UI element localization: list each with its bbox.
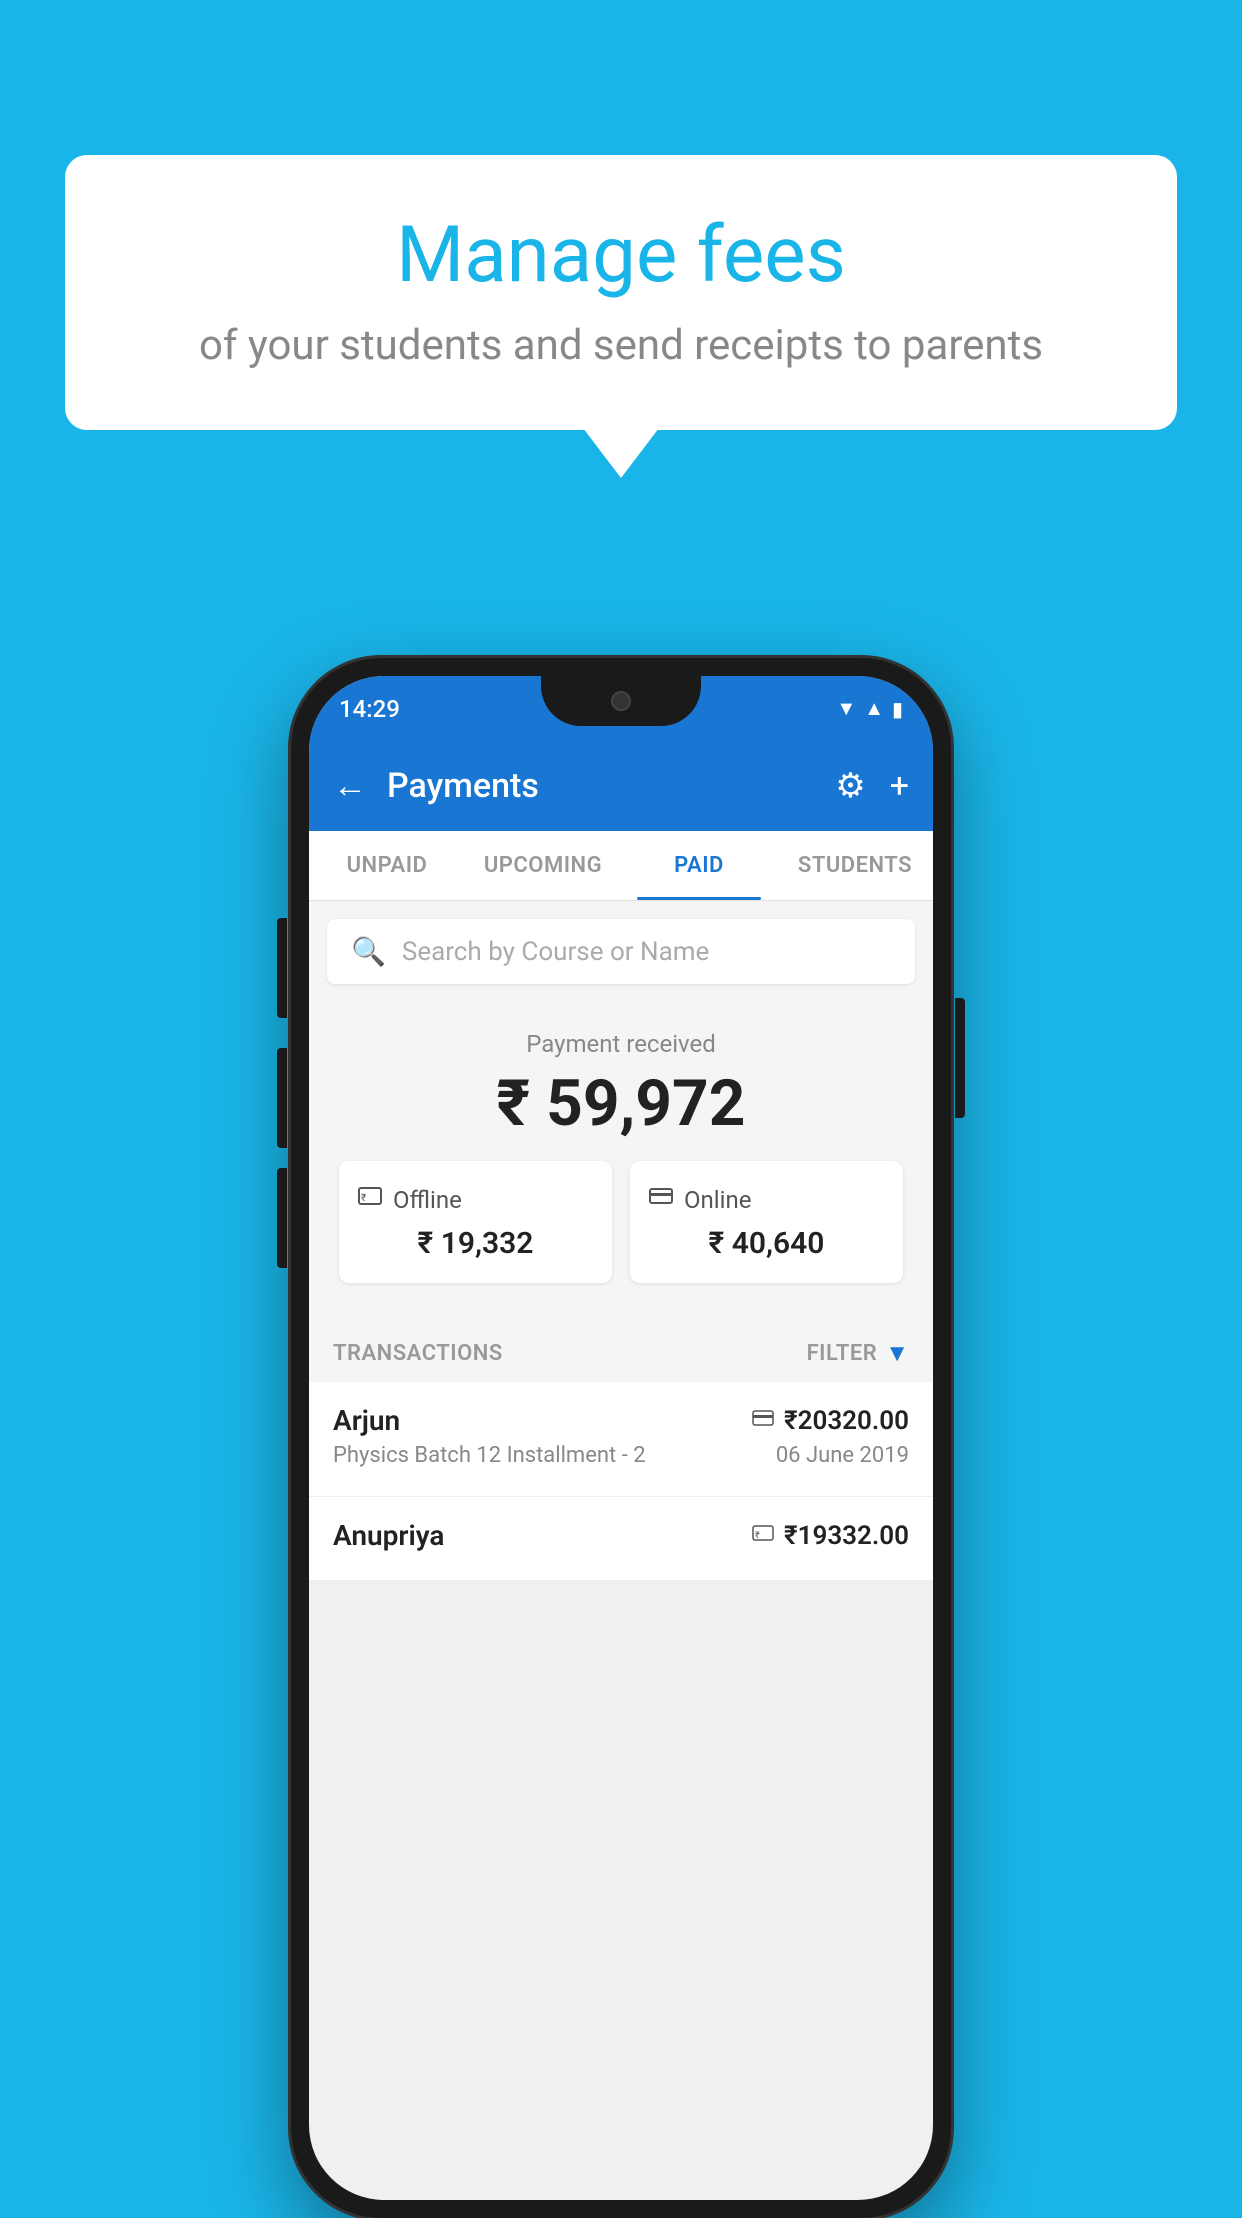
filter-container[interactable]: FILTER ▼ bbox=[807, 1339, 909, 1368]
signal-icon: ▲ bbox=[864, 696, 884, 721]
transaction-name-1: Arjun bbox=[333, 1404, 400, 1437]
filter-icon: ▼ bbox=[885, 1339, 909, 1368]
search-icon: 🔍 bbox=[351, 935, 386, 968]
content-area: 🔍 Search by Course or Name Payment recei… bbox=[309, 901, 933, 1581]
transaction-item[interactable]: Arjun ₹20320.00 Physics Batch 12 Install… bbox=[309, 1382, 933, 1497]
offline-payment-card: ₹ Offline ₹ 19,332 bbox=[339, 1161, 612, 1283]
bubble-subtitle: of your students and send receipts to pa… bbox=[125, 321, 1117, 370]
battery-icon: ▮ bbox=[892, 697, 903, 721]
wifi-icon: ▼ bbox=[836, 696, 856, 721]
transaction-amount-container-1: ₹20320.00 bbox=[752, 1406, 909, 1436]
transaction-item-2[interactable]: Anupriya ₹ ₹19332.00 bbox=[309, 1497, 933, 1581]
offline-payment-icon-2: ₹ bbox=[752, 1522, 774, 1550]
transaction-name-2: Anupriya bbox=[333, 1519, 444, 1552]
settings-icon[interactable]: ⚙ bbox=[835, 766, 865, 806]
add-icon[interactable]: + bbox=[890, 766, 909, 806]
speech-bubble: Manage fees of your students and send re… bbox=[65, 155, 1177, 430]
search-placeholder: Search by Course or Name bbox=[402, 937, 709, 967]
notch-camera bbox=[611, 691, 631, 711]
svg-text:₹: ₹ bbox=[755, 1531, 760, 1541]
back-button[interactable]: ← bbox=[333, 766, 367, 806]
bubble-title: Manage fees bbox=[125, 210, 1117, 301]
offline-icon: ₹ bbox=[357, 1183, 383, 1216]
tab-upcoming[interactable]: UPCOMING bbox=[465, 831, 621, 900]
phone-screen: 14:29 ▼ ▲ ▮ ← Payments ⚙ + UNPAID bbox=[309, 676, 933, 2200]
online-payment-icon-1 bbox=[752, 1407, 774, 1435]
transactions-header: TRANSACTIONS FILTER ▼ bbox=[309, 1321, 933, 1382]
app-bar-icons: ⚙ + bbox=[835, 766, 909, 806]
svg-text:₹: ₹ bbox=[361, 1193, 366, 1204]
transaction-amount-container-2: ₹ ₹19332.00 bbox=[752, 1521, 909, 1551]
search-bar[interactable]: 🔍 Search by Course or Name bbox=[327, 919, 915, 984]
payment-received-label: Payment received bbox=[333, 1030, 909, 1058]
online-amount: ₹ 40,640 bbox=[648, 1226, 885, 1261]
filter-label: FILTER bbox=[807, 1341, 878, 1366]
online-card-header: Online bbox=[648, 1183, 885, 1216]
status-icons: ▼ ▲ ▮ bbox=[836, 696, 903, 721]
tab-paid[interactable]: PAID bbox=[621, 831, 777, 900]
status-time: 14:29 bbox=[339, 695, 400, 723]
transactions-label: TRANSACTIONS bbox=[333, 1341, 503, 1366]
tab-students[interactable]: STUDENTS bbox=[777, 831, 933, 900]
online-payment-card: Online ₹ 40,640 bbox=[630, 1161, 903, 1283]
status-bar: 14:29 ▼ ▲ ▮ bbox=[309, 676, 933, 741]
speech-bubble-container: Manage fees of your students and send re… bbox=[65, 155, 1177, 430]
online-icon bbox=[648, 1183, 674, 1216]
offline-amount: ₹ 19,332 bbox=[357, 1226, 594, 1261]
tab-unpaid[interactable]: UNPAID bbox=[309, 831, 465, 900]
online-label: Online bbox=[684, 1186, 751, 1214]
offline-label: Offline bbox=[393, 1186, 462, 1214]
payment-amount: ₹ 59,972 bbox=[333, 1066, 909, 1141]
phone-frame: 14:29 ▼ ▲ ▮ ← Payments ⚙ + UNPAID bbox=[291, 658, 951, 2218]
payment-summary: Payment received ₹ 59,972 ₹ bbox=[309, 1002, 933, 1321]
notch bbox=[541, 676, 701, 726]
payment-cards: ₹ Offline ₹ 19,332 bbox=[333, 1161, 909, 1303]
offline-card-header: ₹ Offline bbox=[357, 1183, 594, 1216]
transaction-amount-1: ₹20320.00 bbox=[784, 1406, 909, 1436]
transaction-detail-1: Physics Batch 12 Installment - 2 bbox=[333, 1443, 646, 1468]
transaction-amount-2: ₹19332.00 bbox=[784, 1521, 909, 1551]
transaction-detail-row-1: Physics Batch 12 Installment - 2 06 June… bbox=[333, 1443, 909, 1468]
transaction-row-1: Arjun ₹20320.00 bbox=[333, 1404, 909, 1437]
app-bar-title: Payments bbox=[387, 766, 815, 806]
app-bar: ← Payments ⚙ + bbox=[309, 741, 933, 831]
transaction-date-1: 06 June 2019 bbox=[776, 1443, 909, 1468]
tabs-container: UNPAID UPCOMING PAID STUDENTS bbox=[309, 831, 933, 901]
transaction-row-2: Anupriya ₹ ₹19332.00 bbox=[333, 1519, 909, 1552]
